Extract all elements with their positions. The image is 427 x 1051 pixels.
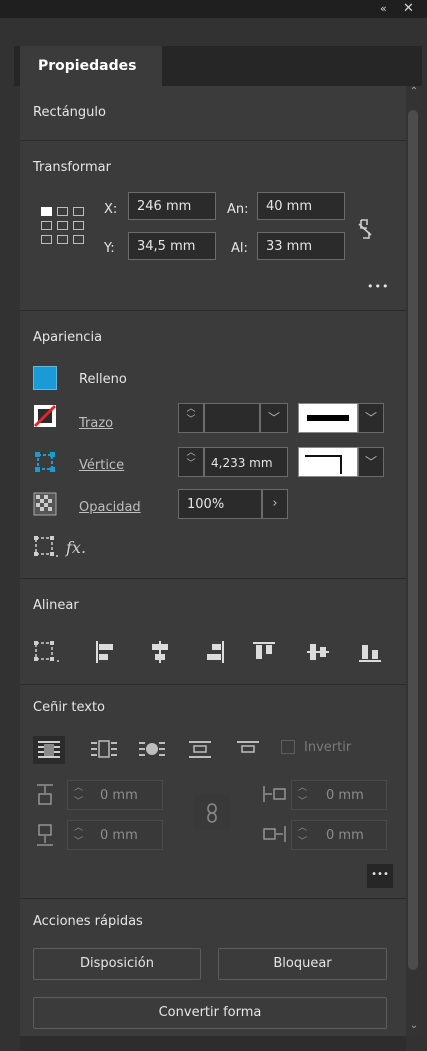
align-horizontal-center-icon[interactable] [148,640,172,664]
stroke-swatch-icon[interactable] [33,404,57,428]
corner-size-stepper[interactable]: ︿ ﹀ [178,447,204,477]
align-left-icon[interactable] [94,640,118,664]
width-field[interactable]: 40 mm [257,192,345,220]
resize-grip[interactable] [20,1036,406,1051]
frame-fitting-icon[interactable] [33,535,59,559]
lock-button[interactable]: Bloquear [218,948,387,980]
left-offset-field[interactable]: ︿ ﹀ 0 mm [291,780,387,810]
corner-icon[interactable] [33,450,57,474]
wrap-next-column-icon[interactable] [232,736,264,764]
corner-link[interactable]: Vértice [79,458,124,473]
top-offset-field[interactable]: ︿ ﹀ 0 mm [67,780,163,810]
more-options-icon[interactable]: ••• [367,864,393,888]
stroke-weight-stepper[interactable]: ︿ ﹀ [178,403,204,433]
corner-size-field[interactable]: 4,233 mm [204,447,288,477]
stroke-link[interactable]: Trazo [79,416,113,431]
more-options-icon[interactable]: ••• [367,280,389,293]
bottom-offset-icon [35,823,55,847]
y-label: Y: [104,241,115,256]
chevron-right-icon[interactable]: › [262,489,288,519]
align-right-icon[interactable] [202,640,226,664]
divider [20,140,406,141]
appearance-title: Apariencia [33,330,103,345]
left-offset-icon [262,783,288,805]
chevron-down-icon[interactable]: ﹀ [260,403,288,433]
wrap-jump-object-icon[interactable] [184,736,216,764]
effects-icon[interactable]: fx. [66,538,86,557]
scroll-down-icon[interactable]: ⌄ [406,1020,422,1031]
stroke-weight-field[interactable] [204,403,260,433]
align-bottom-icon[interactable] [358,640,382,664]
opacity-icon [33,492,57,516]
fill-swatch[interactable] [33,366,57,390]
divider [20,898,406,899]
link-offsets-icon[interactable] [194,795,230,831]
divider [20,684,406,685]
quick-actions-title: Acciones rápidas [33,914,143,929]
align-to-selection-icon[interactable] [33,640,63,664]
constrain-proportions-icon[interactable] [357,218,373,240]
collapse-icon[interactable]: « [380,2,387,20]
right-offset-field[interactable]: ︿ ﹀ 0 mm [291,820,387,850]
divider [20,578,406,579]
text-wrap-title: Ceñir texto [33,700,106,715]
y-field[interactable]: 34,5 mm [128,232,216,260]
opacity-link[interactable]: Opacidad [79,500,141,515]
panel-title-bar [0,0,427,18]
height-label: Al: [231,241,248,256]
invert-checkbox[interactable] [281,740,295,754]
align-title: Alinear [33,598,79,613]
x-label: X: [104,202,118,217]
top-offset-icon [35,783,55,807]
align-top-icon[interactable] [252,640,276,664]
opacity-field[interactable]: 100% [178,489,262,519]
divider [20,310,406,311]
close-icon[interactable]: ✕ [403,1,414,19]
tab-properties[interactable]: Propiedades [20,46,162,86]
wrap-shape-icon[interactable] [136,736,168,764]
transform-title: Transformar [33,160,111,175]
wrap-none-button[interactable] [33,736,65,764]
layout-button[interactable]: Disposición [33,948,201,980]
x-field[interactable]: 246 mm [128,192,216,220]
corner-shape-preview[interactable] [298,447,358,477]
height-field[interactable]: 33 mm [257,232,345,260]
align-vertical-center-icon[interactable] [306,640,330,664]
right-offset-icon [262,823,288,845]
stroke-type-preview[interactable] [298,403,358,433]
reference-point-icon[interactable] [40,206,86,246]
fill-label: Relleno [79,372,127,387]
convert-shape-button[interactable]: Convertir forma [33,997,387,1029]
chevron-down-icon[interactable]: ﹀ [358,403,384,433]
width-label: An: [227,202,249,217]
bottom-offset-field[interactable]: ︿ ﹀ 0 mm [67,820,163,850]
chevron-down-icon[interactable]: ﹀ [358,447,384,477]
scrollbar-thumb[interactable] [408,110,418,970]
object-type-label: Rectángulo [33,105,106,120]
invert-label: Invertir [304,740,352,755]
wrap-bounding-box-icon[interactable] [88,736,120,764]
scroll-up-icon[interactable]: ⌃ [406,86,422,97]
